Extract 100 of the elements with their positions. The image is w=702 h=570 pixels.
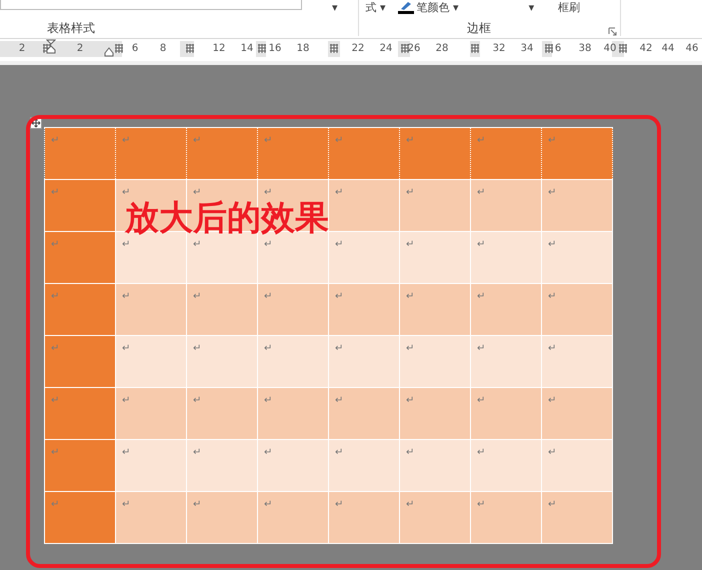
column-marker-icon[interactable] <box>401 44 409 53</box>
paragraph-mark: ↵ <box>335 290 344 304</box>
ruler-number: 18 <box>296 43 310 54</box>
paragraph-mark: ↵ <box>406 134 414 148</box>
column-marker-icon[interactable] <box>471 44 479 53</box>
ruler-number: 24 <box>380 43 392 54</box>
paragraph-mark: ↵ <box>477 394 486 408</box>
group-label: 边框 <box>467 20 491 37</box>
paragraph-mark: ↵ <box>477 342 486 356</box>
paragraph-mark: ↵ <box>51 446 60 460</box>
paragraph-mark: ↵ <box>193 498 202 512</box>
paragraph-mark: ↵ <box>477 498 486 512</box>
paragraph-mark: ↵ <box>264 134 272 148</box>
group-label: 表格样式 <box>47 20 95 37</box>
paragraph-mark: ↵ <box>122 394 130 408</box>
column-marker-icon[interactable] <box>545 44 553 53</box>
paragraph-mark: ↵ <box>335 498 344 512</box>
paragraph-mark: ↵ <box>406 394 414 408</box>
ribbon-button[interactable]: 式 ▾ <box>366 0 386 15</box>
paragraph-mark: ↵ <box>122 134 130 148</box>
ruler-number: 2 <box>76 43 84 54</box>
paragraph-mark: ↵ <box>51 134 60 148</box>
paragraph-mark: ↵ <box>264 498 272 512</box>
ruler-number: 26 <box>408 43 420 54</box>
caret-icon[interactable]: ▾ <box>332 0 338 15</box>
ruler-number: 16 <box>268 43 282 54</box>
ruler-number: 38 <box>578 43 592 54</box>
paragraph-mark: ↵ <box>406 498 414 512</box>
paragraph-mark: ↵ <box>122 446 130 460</box>
paragraph-mark: ↵ <box>193 134 202 148</box>
caret-icon[interactable]: ▾ <box>528 0 534 15</box>
paragraph-mark: ↵ <box>406 186 414 200</box>
paragraph-mark: ↵ <box>548 498 556 512</box>
paragraph-mark: ↵ <box>51 290 60 304</box>
ruler-number: 6 <box>554 43 562 54</box>
ruler-number: 14 <box>240 43 254 54</box>
column-marker-icon[interactable] <box>186 44 194 53</box>
paragraph-mark: ↵ <box>406 342 414 356</box>
paragraph-mark: ↵ <box>264 342 272 356</box>
paragraph-mark: ↵ <box>51 238 60 252</box>
paragraph-mark: ↵ <box>122 186 130 200</box>
column-marker-icon[interactable] <box>258 44 266 53</box>
paragraph-mark: ↵ <box>122 290 130 304</box>
paragraph-mark: ↵ <box>122 342 130 356</box>
paragraph-mark: ↵ <box>335 394 344 408</box>
ruler-number: 44 <box>662 43 674 54</box>
paragraph-mark: ↵ <box>51 186 60 200</box>
paragraph-mark: ↵ <box>264 394 272 408</box>
paragraph-mark: ↵ <box>548 342 556 356</box>
ruler-number: 34 <box>520 43 534 54</box>
ruler-number: 40 <box>604 43 616 54</box>
paragraph-mark: ↵ <box>264 290 272 304</box>
paragraph-mark: ↵ <box>477 290 486 304</box>
ruler-number: 2 <box>18 43 26 54</box>
annotation-text: 放大后的效果 <box>125 197 329 240</box>
paragraph-mark: ↵ <box>51 498 60 512</box>
column-marker-icon[interactable] <box>619 44 627 53</box>
indent-marker-icon[interactable] <box>104 47 114 57</box>
paragraph-mark: ↵ <box>335 342 344 356</box>
paragraph-mark: ↵ <box>193 446 202 460</box>
paragraph-mark: ↵ <box>477 238 486 252</box>
paragraph-mark: ↵ <box>548 186 556 200</box>
indent-marker-icon[interactable] <box>46 39 56 54</box>
paragraph-mark: ↵ <box>122 498 130 512</box>
ribbon-button[interactable]: 框刷 <box>558 0 580 15</box>
dialog-launcher-icon[interactable] <box>608 27 617 36</box>
column-marker-icon[interactable] <box>330 44 338 53</box>
column-marker-icon[interactable] <box>115 44 123 53</box>
paragraph-mark: ↵ <box>193 290 202 304</box>
paragraph-mark: ↵ <box>548 446 556 460</box>
paragraph-mark: ↵ <box>122 238 130 252</box>
paragraph-mark: ↵ <box>335 446 344 460</box>
paragraph-mark: ↵ <box>548 394 556 408</box>
pen-color-button[interactable]: 笔颜色 ▾ <box>398 0 459 15</box>
ruler-number: 22 <box>352 43 364 54</box>
column-marker-icon[interactable] <box>43 44 51 53</box>
paragraph-mark: ↵ <box>193 238 202 252</box>
paragraph-mark: ↵ <box>477 186 486 200</box>
ruler-number: 42 <box>640 43 652 54</box>
ruler-number: 6 <box>132 43 138 54</box>
paragraph-mark: ↵ <box>51 342 60 356</box>
pen-icon <box>398 1 414 14</box>
paragraph-mark: ↵ <box>335 186 344 200</box>
paragraph-mark: ↵ <box>548 238 556 252</box>
paragraph-mark: ↵ <box>193 394 202 408</box>
paragraph-mark: ↵ <box>264 238 272 252</box>
paragraph-mark: ↵ <box>548 134 556 148</box>
paragraph-mark: ↵ <box>264 186 272 200</box>
paragraph-mark: ↵ <box>264 446 272 460</box>
paragraph-mark: ↵ <box>51 394 60 408</box>
paragraph-mark: ↵ <box>406 238 414 252</box>
paragraph-mark: ↵ <box>193 186 202 200</box>
paragraph-mark: ↵ <box>406 290 414 304</box>
ruler-number: 8 <box>160 43 166 54</box>
paragraph-mark: ↵ <box>335 134 344 148</box>
ruler-number: 46 <box>686 43 698 54</box>
paragraph-mark: ↵ <box>193 342 202 356</box>
paragraph-mark: ↵ <box>548 290 556 304</box>
paragraph-mark: ↵ <box>406 446 414 460</box>
paragraph-mark: ↵ <box>477 134 486 148</box>
